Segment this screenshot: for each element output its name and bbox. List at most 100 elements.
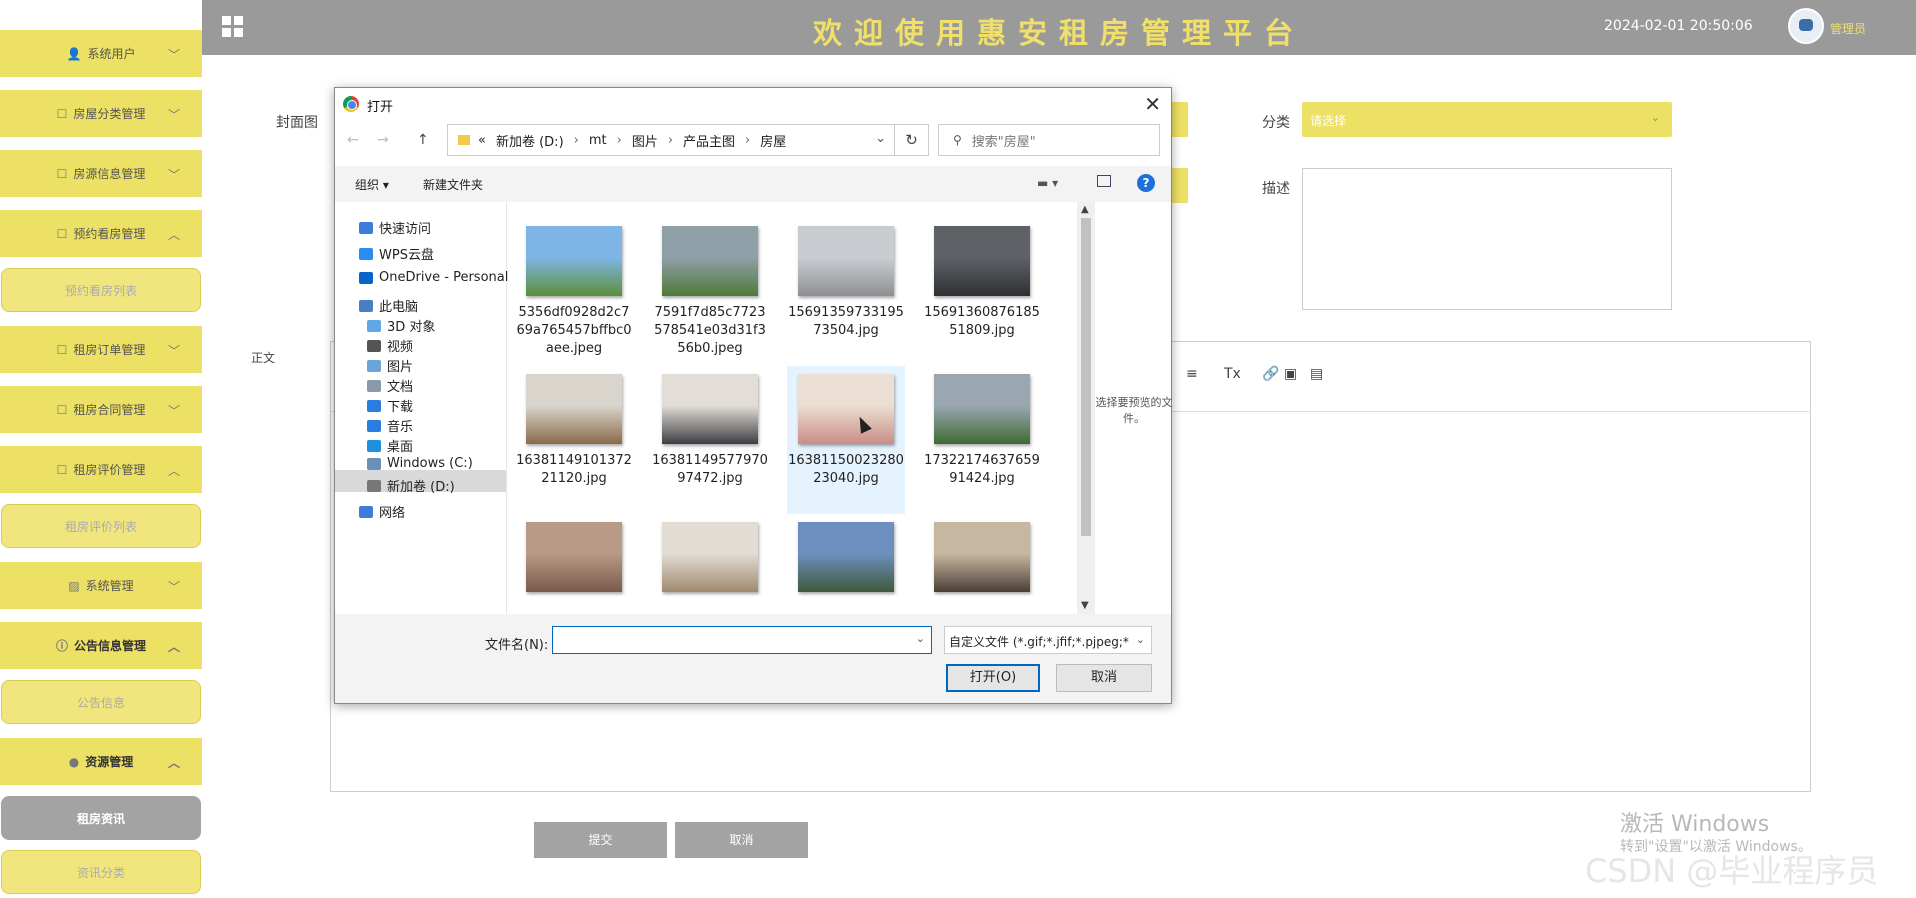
sidebar-item-label: 房源信息管理	[73, 167, 146, 181]
breadcrumb-separator-icon[interactable]: ›	[668, 133, 673, 148]
chrome-icon	[343, 96, 359, 112]
file-thumbnail	[526, 522, 622, 592]
sidebar-item[interactable]: ☐ 租房合同管理 ﹀	[0, 386, 202, 434]
cloud-icon	[359, 271, 373, 284]
sidebar-item[interactable]: ☐ 租房订单管理 ﹀	[0, 326, 202, 374]
help-icon[interactable]: ?	[1137, 174, 1155, 192]
nav-item[interactable]: 新加卷 (D:)	[367, 476, 455, 495]
breadcrumb-item[interactable]: 房屋	[760, 131, 786, 150]
link-icon[interactable]: 🔗	[1262, 366, 1279, 382]
sidebar-item[interactable]: 👤 系统用户 ﹀	[0, 30, 202, 78]
sidebar-item[interactable]: ☐ 租房评价管理 ︿	[0, 446, 202, 494]
file-item[interactable]: 1638114957797097472.jpg	[651, 374, 769, 488]
chevron-down-icon[interactable]: ⌄	[875, 131, 886, 146]
file-item[interactable]	[923, 522, 1041, 600]
nav-item[interactable]: 3D 对象	[367, 316, 435, 335]
vertical-scrollbar[interactable]: ▲ ▼	[1077, 202, 1095, 614]
file-item[interactable]: 1569135973319573504.jpg	[787, 226, 905, 340]
pin-icon: ●	[68, 754, 80, 769]
sidebar-subitem[interactable]: 资讯分类	[1, 850, 201, 894]
dialog-title-bar[interactable]: 打开 ✕	[335, 88, 1171, 120]
breadcrumb-separator-icon[interactable]: ›	[745, 133, 750, 148]
nav-item[interactable]: 文档	[367, 376, 413, 395]
nav-item[interactable]: 网络	[359, 502, 405, 521]
submit-button[interactable]: 提交	[534, 822, 667, 858]
nav-item[interactable]: 下载	[367, 396, 413, 415]
nav-item[interactable]: 音乐	[367, 416, 413, 435]
nav-item-label: 图片	[387, 360, 414, 375]
forward-arrow-icon[interactable]: →	[377, 132, 389, 148]
sidebar-subitem[interactable]: 公告信息	[1, 680, 201, 724]
nav-item[interactable]: 图片	[367, 356, 413, 375]
file-item[interactable]	[787, 522, 905, 600]
file-item[interactable]	[515, 522, 633, 600]
folder-icon	[458, 135, 470, 145]
nav-item[interactable]: 此电脑	[359, 296, 418, 315]
back-arrow-icon[interactable]: ←	[347, 132, 359, 148]
filename-input[interactable]: ⌄	[552, 626, 932, 654]
view-options-icon[interactable]: ▬ ▾	[1037, 176, 1058, 190]
file-type-filter[interactable]: 自定义文件 (*.gif;*.jfif;*.pjpeg;* ⌄	[944, 626, 1152, 654]
file-item[interactable]: 1569136087618551809.jpg	[923, 226, 1041, 340]
breadcrumb-item[interactable]: 图片	[632, 131, 658, 150]
nav-item[interactable]: 视频	[367, 336, 413, 355]
organize-menu[interactable]: 组织 ▾	[355, 176, 389, 193]
username[interactable]: 管理员	[1830, 20, 1866, 37]
file-item[interactable]: 1732217463765991424.jpg	[923, 374, 1041, 488]
preview-pane-icon[interactable]	[1097, 175, 1111, 187]
nav-item[interactable]: Windows (C:)	[367, 456, 473, 471]
sidebar-item[interactable]: ▨ 系统管理 ﹀	[0, 562, 202, 610]
chevron-down-icon[interactable]: ⌄	[916, 632, 925, 645]
nav-item[interactable]: OneDrive - Personal	[359, 270, 508, 285]
breadcrumb-item[interactable]: mt	[589, 133, 607, 148]
breadcrumb-item[interactable]: 新加卷 (D:)	[496, 131, 564, 150]
up-arrow-icon[interactable]: ↑	[417, 132, 429, 148]
align-icon[interactable]: ≡	[1186, 366, 1198, 382]
new-folder-button[interactable]: 新建文件夹	[423, 176, 483, 193]
breadcrumb-separator-icon[interactable]: ›	[574, 133, 579, 148]
sidebar-item[interactable]: ☐ 房屋分类管理 ﹀	[0, 90, 202, 138]
sidebar-item[interactable]: ● 资源管理 ︿	[0, 738, 202, 786]
open-button[interactable]: 打开(O)	[946, 664, 1040, 692]
category-select[interactable]: 请选择 ⌄	[1302, 102, 1672, 137]
clear-format-icon[interactable]: Tx	[1224, 366, 1241, 382]
sidebar-item[interactable]: ☐ 预约看房管理 ︿	[0, 210, 202, 258]
cancel-button[interactable]: 取消	[675, 822, 808, 858]
scroll-up-icon[interactable]: ▲	[1081, 204, 1089, 215]
image-icon: ▨	[68, 578, 80, 593]
breadcrumb-item[interactable]: 产品主图	[683, 131, 735, 150]
scrollbar-thumb[interactable]	[1081, 218, 1091, 536]
sidebar-subitem[interactable]: 预约看房列表	[1, 268, 201, 312]
nav-item[interactable]: 快速访问	[359, 218, 431, 237]
description-textarea[interactable]	[1302, 168, 1672, 310]
dialog-cancel-button[interactable]: 取消	[1056, 664, 1152, 692]
breadcrumb-separator-icon[interactable]: ›	[617, 133, 622, 148]
image-icon[interactable]: ▣	[1284, 366, 1297, 382]
file-item[interactable]: 1638114910137221120.jpg	[515, 374, 633, 488]
nav-item-label: 视频	[387, 340, 414, 355]
cube-icon	[367, 319, 381, 332]
breadcrumb-item[interactable]: «	[478, 133, 486, 148]
video-icon[interactable]: ▤	[1310, 366, 1323, 382]
nav-item-label: 音乐	[387, 420, 414, 435]
address-bar[interactable]: « 新加卷 (D:) › mt › 图片 › 产品主图 › 房屋 ⌄	[447, 124, 895, 156]
avatar[interactable]	[1788, 8, 1824, 44]
file-item[interactable]: 1638115002328023040.jpg	[787, 366, 905, 514]
sidebar-subitem[interactable]: 租房评价列表	[1, 504, 201, 548]
file-item[interactable]	[651, 522, 769, 600]
sidebar-item[interactable]: ☐ 房源信息管理 ﹀	[0, 150, 202, 198]
command-bar: 组织 ▾ 新建文件夹 ▬ ▾ ?	[335, 166, 1171, 202]
nav-item-label: 下载	[387, 400, 414, 415]
file-item[interactable]: 5356df0928d2c769a765457bffbc0aee.jpeg	[515, 226, 633, 358]
close-icon[interactable]: ✕	[1144, 92, 1161, 116]
file-item[interactable]: 7591f7d85c7723578541e03d31f356b0.jpeg	[651, 226, 769, 358]
search-input[interactable]: ⚲ 搜索"房屋"	[938, 124, 1160, 156]
sidebar-item[interactable]: ⓘ 公告信息管理 ︿	[0, 622, 202, 670]
music-icon	[367, 419, 381, 432]
scroll-down-icon[interactable]: ▼	[1081, 600, 1089, 611]
nav-item-label: Windows (C:)	[387, 456, 473, 471]
nav-item[interactable]: WPS云盘	[359, 244, 434, 263]
nav-item[interactable]: 桌面	[367, 436, 413, 455]
refresh-icon[interactable]: ↻	[895, 124, 929, 156]
sidebar-subitem[interactable]: 租房资讯	[1, 796, 201, 840]
